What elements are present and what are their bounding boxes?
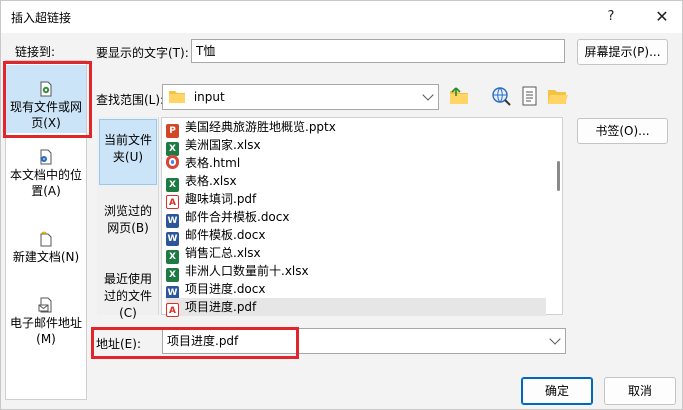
file-name: 表格.xlsx (185, 174, 237, 188)
look-in-label: 查找范围(L): (96, 93, 165, 107)
look-in-select[interactable]: input (162, 84, 439, 110)
file-item[interactable]: X 表格.xlsx (166, 172, 546, 192)
file-name: 邮件合并模板.docx (185, 210, 290, 224)
file-item[interactable]: W 邮件合并模板.docx (166, 208, 546, 228)
screen-tip-button[interactable]: 屏幕提示(P)... (577, 39, 668, 65)
title-bar: 插入超链接 ? ✕ (1, 1, 682, 33)
close-button[interactable]: ✕ (649, 5, 675, 29)
file-item-selected[interactable]: A 项目进度.pdf (166, 298, 546, 317)
open-folder-icon[interactable] (546, 85, 568, 107)
file-name: 表格.html (185, 156, 241, 170)
html-file-icon (166, 155, 179, 169)
browse-file-icon[interactable] (519, 85, 541, 107)
file-item[interactable]: A 趣味填词.pdf (166, 190, 546, 209)
file-name: 美洲国家.xlsx (185, 138, 261, 152)
file-item[interactable]: W 项目进度.docx (166, 280, 546, 300)
file-name: 销售汇总.xlsx (185, 246, 261, 260)
file-name: 项目进度.docx (185, 282, 266, 296)
file-list: P 美国经典旅游胜地概览.pptx X 美洲国家.xlsx 表格.html X 表格.… (161, 117, 563, 317)
display-text-input[interactable]: T恤 (191, 39, 565, 63)
file-item[interactable]: X 美洲国家.xlsx (166, 136, 546, 156)
up-folder-icon[interactable] (448, 85, 470, 107)
look-in-value: input (193, 90, 225, 104)
file-item[interactable]: X 非洲人口数量前十.xlsx (166, 262, 546, 282)
display-text-label: 要显示的文字(T): (96, 46, 189, 60)
sub-nav-recent-files[interactable]: 最近使用过的文件(C) (99, 271, 157, 322)
help-button[interactable]: ? (598, 5, 624, 29)
link-email-address[interactable]: 电子邮件地址(M) (6, 297, 86, 353)
file-item[interactable]: 表格.html (166, 154, 546, 172)
file-name: 非洲人口数量前十.xlsx (185, 264, 309, 278)
file-item[interactable]: P 美国经典旅游胜地概览.pptx (166, 118, 546, 138)
link-document-place-label: 本文档中的位置(A) (9, 168, 82, 198)
chevron-down-icon (549, 333, 561, 345)
file-name: 美国经典旅游胜地概览.pptx (185, 120, 336, 134)
bookmark-button[interactable]: 书签(O)... (577, 118, 668, 144)
cancel-button[interactable]: 取消 (604, 377, 676, 405)
sub-nav-browsed-pages[interactable]: 浏览过的网页(B) (99, 203, 157, 237)
ok-button[interactable]: 确定 (521, 377, 593, 405)
link-to-label: 链接到: (15, 45, 56, 59)
link-email-address-label: 电子邮件地址(M) (9, 316, 82, 346)
dialog-title: 插入超链接 (11, 11, 72, 25)
sub-nav: 当前文件夹(U) 浏览过的网页(B) 最近使用过的文件(C) (97, 117, 159, 320)
file-name: 趣味填词.pdf (185, 192, 257, 206)
pdf-file-icon: A (166, 195, 179, 209)
file-item[interactable]: W 邮件模板.docx (166, 226, 546, 246)
file-list-scrollbar[interactable] (557, 161, 560, 191)
file-name: 邮件模板.docx (185, 228, 266, 242)
sub-nav-current-folder[interactable]: 当前文件夹(U) (99, 119, 157, 185)
link-new-document-label: 新建文档(N) (12, 250, 80, 264)
file-name: 项目进度.pdf (185, 300, 257, 314)
document-place-icon (40, 149, 52, 165)
new-document-icon (40, 231, 52, 247)
highlight-existing-file (3, 61, 92, 138)
browse-web-icon[interactable] (490, 85, 512, 107)
chevron-down-icon (422, 89, 434, 101)
file-item[interactable]: X 销售汇总.xlsx (166, 244, 546, 264)
link-new-document[interactable]: 新建文档(N) (6, 231, 86, 271)
highlight-address (91, 327, 299, 359)
folder-icon (169, 91, 185, 103)
pdf-file-icon: A (166, 303, 179, 317)
link-document-place[interactable]: 本文档中的位置(A) (6, 149, 86, 205)
insert-hyperlink-dialog: 插入超链接 ? ✕ 链接到: 现有文件或网页(X) 本文档中的位置(A) 新建文… (0, 0, 683, 410)
email-address-icon (38, 297, 52, 313)
